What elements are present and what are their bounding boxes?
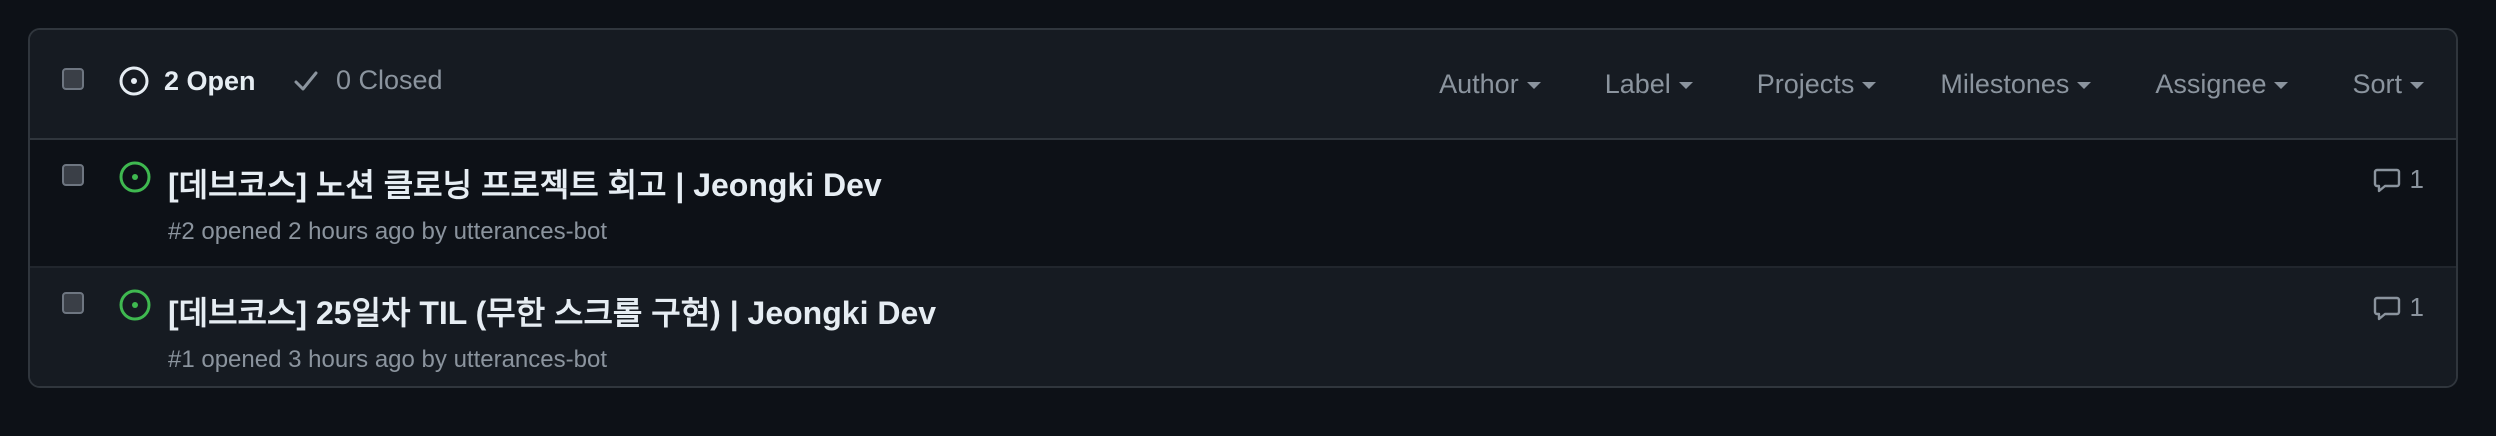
issue-checkbox[interactable] — [62, 164, 84, 186]
filter-menu-bar: Author Label Projects Milestones Assigne… — [1375, 30, 2424, 138]
comment-count: 1 — [2409, 164, 2424, 194]
assignee-filter-label: Assignee — [2155, 68, 2267, 99]
projects-filter-label: Projects — [1756, 68, 1855, 99]
projects-filter[interactable]: Projects — [1757, 69, 1877, 100]
milestones-filter[interactable]: Milestones — [1940, 68, 2092, 100]
issue-row: [데브코스] 노션 클로닝 프로젝트 회고 | Jeongki Dev #2 o… — [30, 140, 2456, 266]
issue-checkbox[interactable] — [62, 292, 84, 314]
label-filter-label: Label — [1604, 68, 1671, 99]
comment-count-link[interactable]: 1 — [2372, 164, 2424, 195]
comment-count: 1 — [2409, 292, 2424, 322]
caret-down-icon — [2410, 81, 2424, 89]
issue-meta: #2 opened 2 hours ago by utterances-bot — [168, 218, 607, 245]
sort-filter-label: Sort — [2352, 68, 2402, 99]
label-filter[interactable]: Label — [1605, 69, 1693, 100]
issue-row: [데브코스] 25일차 TIL (무한 스크롤 구현) | Jeongki De… — [30, 266, 2456, 386]
caret-down-icon — [2274, 81, 2289, 89]
comment-count-link[interactable]: 1 — [2372, 292, 2424, 323]
open-count-label: 2 Open — [164, 65, 256, 96]
issue-meta: #1 opened 3 hours ago by utterances-bot — [168, 346, 607, 373]
issue-title-link[interactable]: [데브코스] 노션 클로닝 프로젝트 회고 | Jeongki Dev — [168, 160, 882, 206]
author-filter-label: Author — [1439, 68, 1519, 99]
issue-open-icon — [119, 161, 151, 193]
open-issues-filter[interactable]: 2 Open — [118, 65, 256, 97]
issue-title-link[interactable]: [데브코스] 25일차 TIL (무한 스크롤 구현) | Jeongki De… — [168, 288, 936, 334]
comment-icon — [2373, 296, 2400, 320]
issues-list-header: 2 Open 0 Closed Author Label Projects Mi… — [30, 30, 2456, 140]
issue-open-icon — [119, 289, 151, 321]
milestones-filter-label: Milestones — [1940, 68, 2070, 99]
author-filter[interactable]: Author — [1439, 69, 1541, 100]
caret-down-icon — [1862, 81, 1877, 89]
select-all-checkbox[interactable] — [62, 68, 84, 90]
issues-list-panel: 2 Open 0 Closed Author Label Projects Mi… — [28, 28, 2458, 388]
check-icon — [294, 71, 318, 90]
sort-filter[interactable]: Sort — [2352, 69, 2424, 100]
comment-icon — [2373, 168, 2400, 192]
caret-down-icon — [1526, 81, 1541, 89]
issue-open-icon — [119, 66, 149, 96]
closed-count-label: 0 Closed — [336, 65, 443, 95]
caret-down-icon — [2077, 81, 2092, 89]
closed-issues-filter[interactable]: 0 Closed — [292, 65, 443, 96]
assignee-filter[interactable]: Assignee — [2155, 68, 2289, 100]
caret-down-icon — [1678, 81, 1693, 89]
